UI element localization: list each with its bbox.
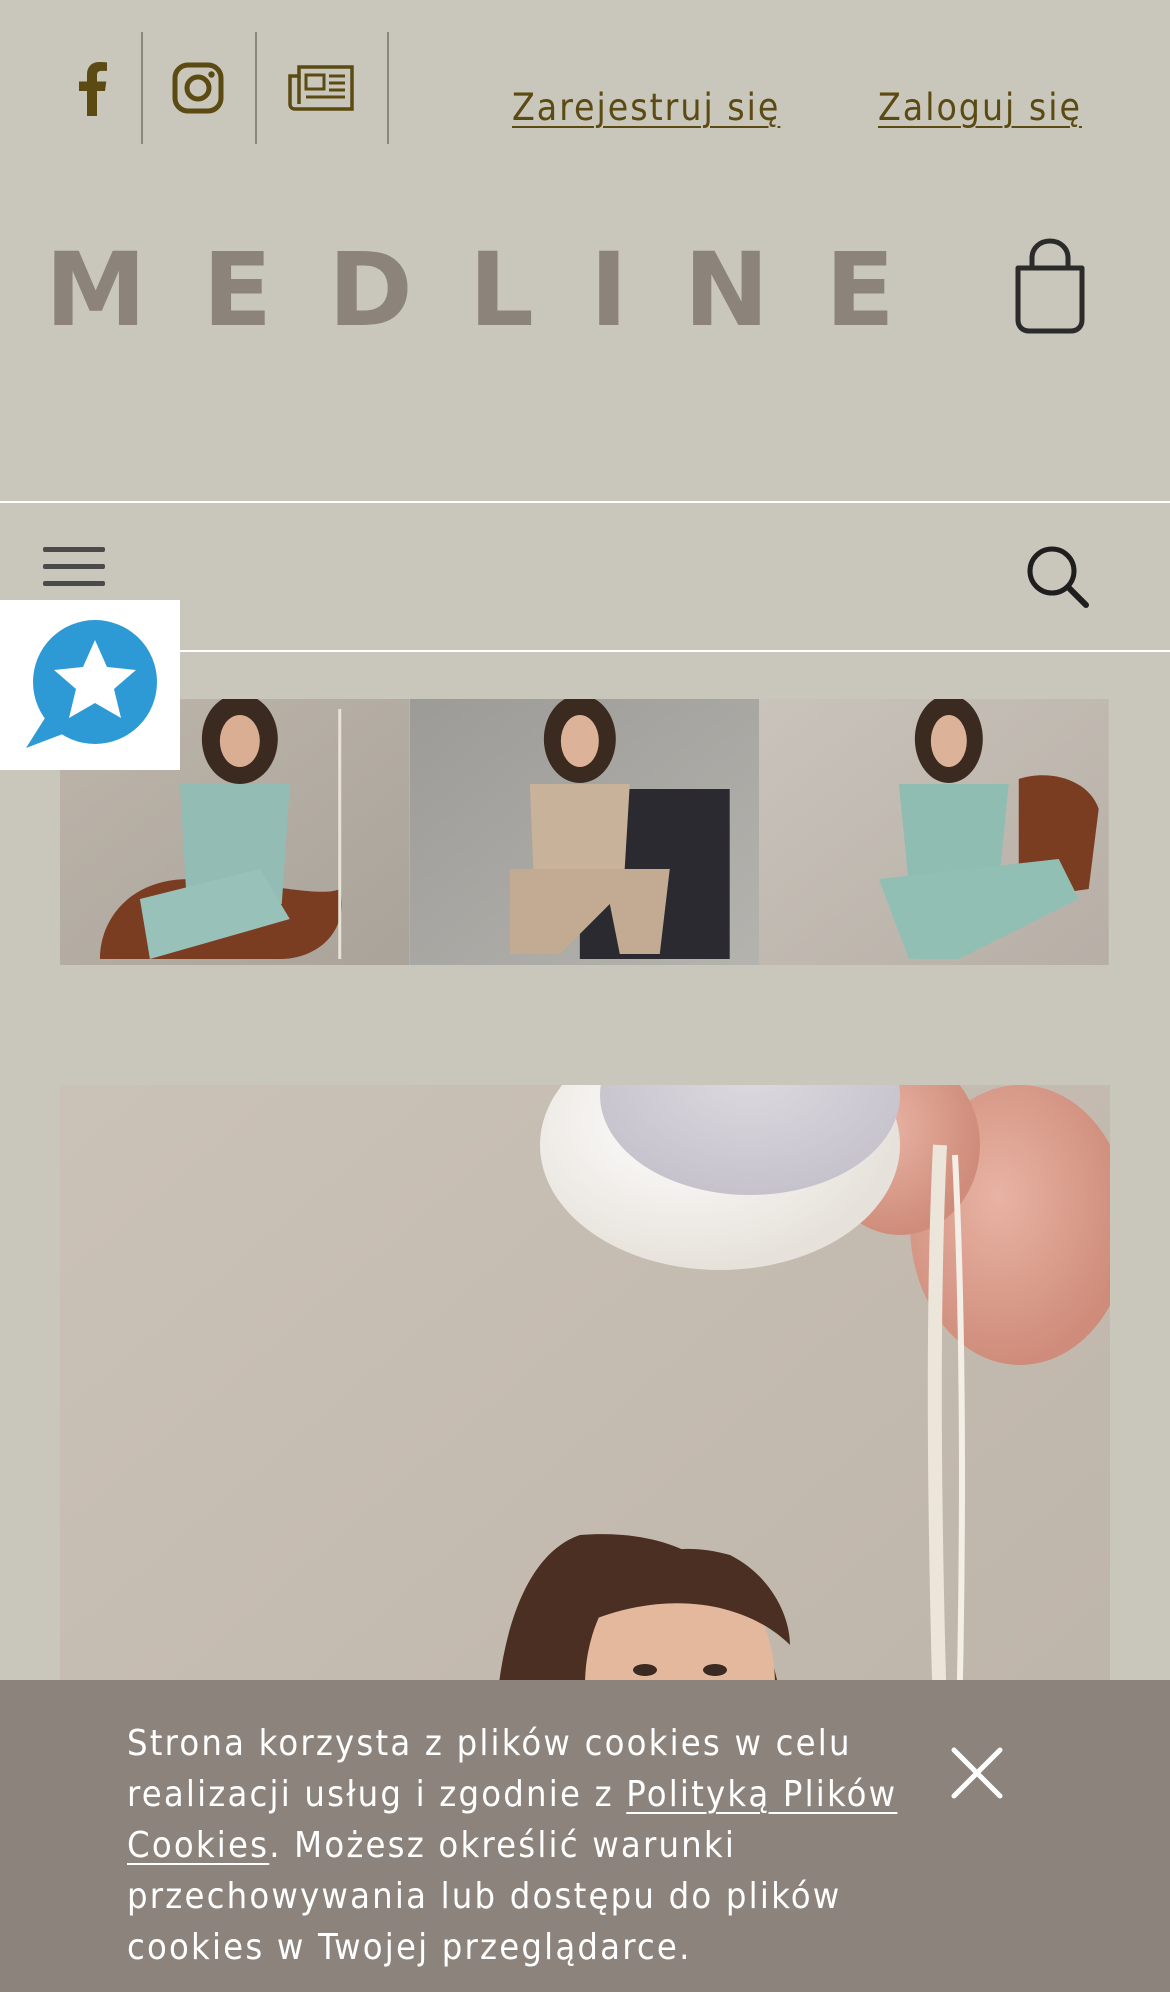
news-link[interactable]	[283, 32, 359, 144]
product-photo[interactable]	[409, 699, 760, 965]
login-link[interactable]: Zaloguj się	[878, 86, 1082, 129]
close-icon	[951, 1747, 1003, 1799]
menu-button[interactable]	[43, 545, 105, 586]
star-chat-icon	[26, 620, 157, 748]
product-photo[interactable]	[759, 699, 1110, 965]
facebook-icon	[79, 62, 107, 116]
reviews-badge[interactable]	[0, 600, 180, 770]
product-photo-strip	[60, 699, 1110, 965]
newspaper-icon	[288, 65, 354, 111]
cookie-close-button[interactable]	[950, 1746, 1004, 1800]
divider	[387, 32, 389, 144]
search-button[interactable]	[1026, 545, 1090, 609]
facebook-link[interactable]	[62, 32, 122, 144]
shopping-bag-icon	[1015, 238, 1085, 334]
instagram-icon	[172, 62, 224, 114]
search-icon	[1027, 546, 1089, 608]
site-logo[interactable]: MEDLINE	[45, 240, 951, 342]
divider	[0, 501, 1170, 503]
register-link[interactable]: Zarejestruj się	[512, 86, 780, 129]
cookie-message: Strona korzysta z plików cookies w celu …	[127, 1718, 927, 1973]
divider	[141, 32, 143, 144]
divider	[255, 32, 257, 144]
instagram-link[interactable]	[168, 32, 228, 144]
top-bar: Zarejestruj się Zaloguj się	[0, 0, 1170, 175]
hamburger-menu-icon	[43, 547, 105, 552]
cart-button[interactable]	[1012, 238, 1088, 339]
